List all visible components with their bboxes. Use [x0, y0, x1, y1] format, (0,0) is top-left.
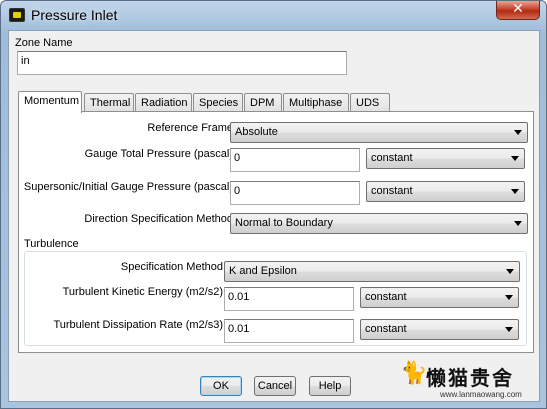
tab-uds[interactable]: UDS — [350, 93, 390, 112]
chevron-down-icon — [514, 221, 522, 226]
turbulence-group: Specification Method K and Epsilon Turbu… — [24, 251, 527, 346]
tab-species[interactable]: Species — [193, 93, 243, 112]
dissipation-rate-method-value: constant — [365, 323, 407, 335]
app-icon — [9, 8, 25, 22]
turbulence-spec-method-dropdown[interactable]: K and Epsilon — [224, 261, 520, 282]
watermark-text: 懒猫贵舍 — [426, 368, 514, 390]
zone-name-input[interactable]: in — [17, 51, 347, 75]
gauge-total-pressure-input[interactable]: 0 — [230, 148, 360, 172]
reference-frame-dropdown[interactable]: Absolute — [230, 122, 528, 143]
chevron-down-icon — [506, 269, 514, 274]
dialog-client-area: Zone Name in Momentum Thermal Radiation … — [8, 30, 540, 402]
turbulence-spec-method-label: Specification Method — [120, 261, 223, 273]
supersonic-pressure-input[interactable]: 0 — [230, 181, 360, 205]
cancel-button[interactable]: Cancel — [254, 376, 296, 396]
dissipation-rate-method-dropdown[interactable]: constant — [360, 319, 519, 340]
kinetic-energy-label: Turbulent Kinetic Energy (m2/s2) — [62, 286, 223, 298]
zone-name-label: Zone Name — [15, 37, 73, 49]
help-button[interactable]: Help — [309, 376, 351, 396]
chevron-down-icon — [505, 327, 513, 332]
gauge-total-pressure-label: Gauge Total Pressure (pascal) — [84, 148, 233, 160]
supersonic-pressure-method-value: constant — [371, 185, 413, 197]
tab-radiation[interactable]: Radiation — [135, 93, 192, 112]
turbulence-heading: Turbulence — [24, 238, 79, 250]
dissipation-rate-input[interactable]: 0.01 — [224, 319, 354, 343]
close-button[interactable]: ✕ — [496, 1, 540, 20]
window-title: Pressure Inlet — [31, 7, 118, 23]
turbulence-spec-method-value: K and Epsilon — [229, 265, 297, 277]
tab-momentum[interactable]: Momentum — [18, 91, 82, 113]
tab-dpm[interactable]: DPM — [244, 93, 282, 112]
kinetic-energy-method-value: constant — [365, 291, 407, 303]
chevron-down-icon — [511, 156, 519, 161]
momentum-panel: Reference Frame Absolute Gauge Total Pre… — [18, 111, 534, 353]
tab-thermal[interactable]: Thermal — [84, 93, 134, 112]
kinetic-energy-method-dropdown[interactable]: constant — [360, 287, 519, 308]
supersonic-pressure-method-dropdown[interactable]: constant — [366, 181, 525, 202]
chevron-down-icon — [514, 130, 522, 135]
chevron-down-icon — [505, 295, 513, 300]
watermark-url: www.lanmaowang.com — [440, 390, 522, 399]
watermark: 🐈 懒猫贵舍 www.lanmaowang.com — [396, 356, 544, 408]
kinetic-energy-input[interactable]: 0.01 — [224, 287, 354, 311]
gauge-total-pressure-method-value: constant — [371, 152, 413, 164]
dialog-window: Pressure Inlet ✕ Zone Name in Momentum T… — [0, 0, 547, 409]
gauge-total-pressure-method-dropdown[interactable]: constant — [366, 148, 525, 169]
chevron-down-icon — [511, 189, 519, 194]
direction-method-dropdown[interactable]: Normal to Boundary — [230, 213, 528, 234]
dissipation-rate-label: Turbulent Dissipation Rate (m2/s3) — [53, 319, 223, 331]
supersonic-pressure-label: Supersonic/Initial Gauge Pressure (pasca… — [23, 181, 233, 193]
direction-method-value: Normal to Boundary — [235, 217, 333, 229]
tab-multiphase[interactable]: Multiphase — [283, 93, 349, 112]
direction-method-label: Direction Specification Method — [84, 213, 233, 225]
ok-button[interactable]: OK — [200, 376, 242, 396]
cat-logo-icon: 🐈 — [400, 360, 428, 385]
title-bar[interactable]: Pressure Inlet ✕ — [1, 1, 546, 29]
reference-frame-value: Absolute — [235, 126, 278, 138]
close-icon: ✕ — [512, 1, 524, 17]
reference-frame-label: Reference Frame — [147, 122, 233, 134]
